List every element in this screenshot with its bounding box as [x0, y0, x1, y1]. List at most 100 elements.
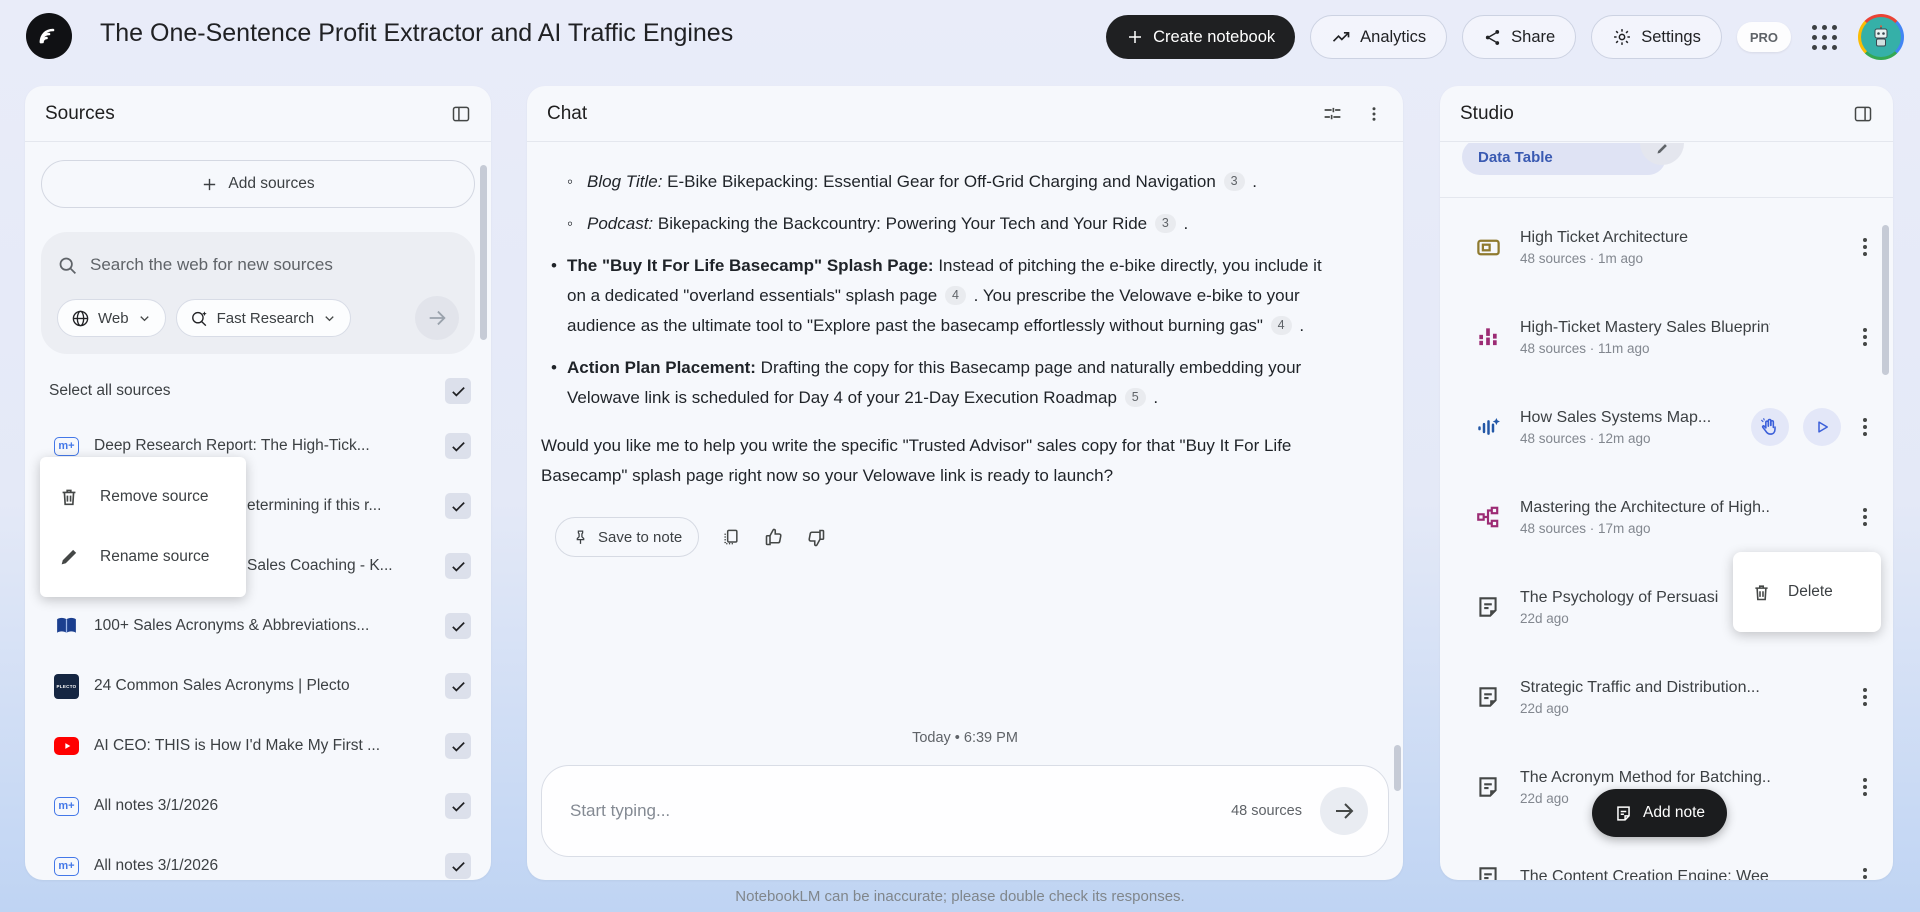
- source-label: Deep Research Report: The High-Tick...: [94, 437, 370, 454]
- create-notebook-button[interactable]: Create notebook: [1106, 15, 1296, 59]
- source-label: Sales Coaching - K...: [247, 557, 393, 574]
- select-all-checkbox[interactable]: [445, 378, 471, 404]
- chat-panel: Chat Blog Title: E-Bike Bikepacking: Ess…: [527, 86, 1403, 880]
- source-checkbox[interactable]: [445, 553, 471, 579]
- studio-item[interactable]: The Content Creation Engine: Wee...: [1440, 832, 1893, 880]
- source-checkbox[interactable]: [445, 793, 471, 819]
- chat-send-button[interactable]: [1320, 787, 1368, 835]
- studio-item[interactable]: How Sales Systems Map... 48 sources · 12m…: [1440, 382, 1893, 472]
- collapse-studio-panel-icon[interactable]: [1853, 104, 1873, 124]
- studio-item[interactable]: Strategic Traffic and Distribution... 22d…: [1440, 652, 1893, 742]
- search-input[interactable]: [90, 255, 459, 275]
- note-icon: [1617, 805, 1630, 821]
- markdown-source-icon: m+: [54, 796, 79, 816]
- pencil-icon: [61, 549, 77, 565]
- chat-main-bullet: Action Plan Placement: Drafting the copy…: [551, 353, 1341, 413]
- context-menu-item-rename-source[interactable]: Rename source: [40, 527, 246, 587]
- source-checkbox[interactable]: [445, 853, 471, 879]
- source-row[interactable]: 100+ Sales Acronyms & Abbreviations...: [25, 596, 491, 656]
- studio-scroll-area: Data Table High Ticket Architecture 48 so…: [1440, 143, 1893, 880]
- source-checkbox[interactable]: [445, 433, 471, 459]
- plus-icon: [204, 178, 216, 190]
- more-menu-icon[interactable]: [1855, 685, 1875, 709]
- source-row[interactable]: PLECTO 24 Common Sales Acronyms | Plecto: [25, 656, 491, 716]
- source-checkbox[interactable]: [445, 673, 471, 699]
- source-checkbox[interactable]: [445, 493, 471, 519]
- source-label: AI CEO: THIS is How I'd Make My First ..…: [94, 737, 381, 754]
- studio-item[interactable]: High Ticket Architecture 48 sources · 1m …: [1440, 202, 1893, 292]
- add-sources-button[interactable]: Add sources: [41, 160, 475, 208]
- studio-item[interactable]: Mastering the Architecture of High... 48 …: [1440, 472, 1893, 562]
- more-menu-icon[interactable]: [1855, 415, 1875, 439]
- chat-more-menu-icon[interactable]: [1365, 105, 1383, 123]
- more-menu-icon[interactable]: [1855, 235, 1875, 259]
- note-icon: [1479, 867, 1497, 880]
- research-mode-dropdown[interactable]: Fast Research: [175, 299, 352, 337]
- chat-settings-icon[interactable]: [1322, 103, 1343, 124]
- share-button[interactable]: Share: [1462, 15, 1577, 59]
- source-label: etermining if this r...: [247, 497, 382, 514]
- sources-scrollbar[interactable]: [480, 165, 487, 340]
- more-menu-icon[interactable]: [1855, 505, 1875, 529]
- citation-chip[interactable]: 3: [1154, 214, 1176, 233]
- save-to-note-button[interactable]: Save to note: [555, 517, 700, 557]
- studio-item-title: How Sales Systems Map...: [1520, 408, 1712, 426]
- source-label: 100+ Sales Acronyms & Abbreviations...: [94, 617, 370, 634]
- web-filter-dropdown[interactable]: Web: [57, 299, 166, 337]
- source-row[interactable]: AI CEO: THIS is How I'd Make My First ..…: [25, 716, 491, 776]
- context-menu-item-remove-source[interactable]: Remove source: [40, 467, 246, 527]
- source-checkbox[interactable]: [445, 733, 471, 759]
- thumbs-up-icon[interactable]: [763, 527, 784, 548]
- copy-icon[interactable]: [721, 527, 741, 547]
- chat-closing-paragraph: Would you like me to help you write the …: [541, 436, 1292, 485]
- studio-scrollbar[interactable]: [1882, 225, 1889, 375]
- select-all-label: Select all sources: [49, 382, 171, 399]
- analytics-button[interactable]: Analytics: [1310, 15, 1448, 59]
- settings-button[interactable]: Settings: [1591, 15, 1722, 59]
- studio-list: High Ticket Architecture 48 sources · 1m …: [1440, 202, 1893, 880]
- citation-chip[interactable]: 3: [1223, 172, 1245, 191]
- search-submit-button[interactable]: [415, 296, 459, 340]
- gear-icon: [1614, 29, 1631, 45]
- pin-icon: [576, 529, 585, 544]
- arrow-right-icon: [429, 310, 446, 326]
- citation-chip[interactable]: 5: [1124, 388, 1146, 407]
- chat-input[interactable]: [570, 801, 1232, 821]
- delete-menu-item[interactable]: Delete: [1733, 552, 1881, 632]
- add-note-button[interactable]: Add note: [1592, 789, 1728, 837]
- source-row[interactable]: m+ All notes 3/1/2026: [25, 836, 491, 896]
- chat-timestamp: Today • 6:39 PM: [912, 730, 1018, 746]
- audio-waveform-icon: [1477, 417, 1500, 435]
- more-menu-icon[interactable]: [1855, 325, 1875, 349]
- interactive-button[interactable]: [1751, 408, 1789, 446]
- source-label: All notes 3/1/2026: [94, 797, 219, 814]
- disclaimer-text: NotebookLM can be inaccurate; please dou…: [735, 888, 1185, 905]
- source-count: 48 sources: [1231, 803, 1302, 819]
- studio-item-meta: 48 sources · 17m ago: [1520, 520, 1651, 536]
- chat-scrollbar[interactable]: [1394, 745, 1401, 791]
- notebooklm-logo-icon[interactable]: [26, 13, 72, 59]
- more-menu-icon[interactable]: [1855, 775, 1875, 799]
- trash-icon: [62, 489, 76, 506]
- trending-up-icon: [1333, 32, 1350, 42]
- data-table-chip[interactable]: Data Table: [1462, 143, 1684, 175]
- thumbs-down-icon[interactable]: [806, 527, 827, 548]
- edit-icon[interactable]: [1640, 143, 1684, 165]
- select-all-row: Select all sources: [49, 378, 471, 404]
- interactive-mode-icon: [1761, 418, 1776, 435]
- play-button[interactable]: [1803, 408, 1841, 446]
- citation-chip[interactable]: 4: [945, 286, 966, 305]
- apps-grid-icon[interactable]: [1806, 19, 1843, 56]
- source-row[interactable]: m+ All notes 3/1/2026: [25, 776, 491, 836]
- studio-item-meta: 48 sources · 12m ago: [1520, 430, 1651, 446]
- check-icon: [451, 501, 465, 512]
- studio-item[interactable]: High-Ticket Mastery Sales Blueprint 48 so…: [1440, 292, 1893, 382]
- collapse-sources-panel-icon[interactable]: [451, 104, 471, 124]
- check-icon: [451, 561, 465, 572]
- source-checkbox[interactable]: [445, 613, 471, 639]
- more-menu-icon[interactable]: [1855, 865, 1875, 880]
- citation-chip[interactable]: 4: [1270, 316, 1292, 335]
- avatar[interactable]: [1858, 14, 1904, 60]
- studio-item-meta: 22d ago: [1520, 700, 1569, 716]
- studio-item-title: The Acronym Method for Batching...: [1520, 768, 1770, 786]
